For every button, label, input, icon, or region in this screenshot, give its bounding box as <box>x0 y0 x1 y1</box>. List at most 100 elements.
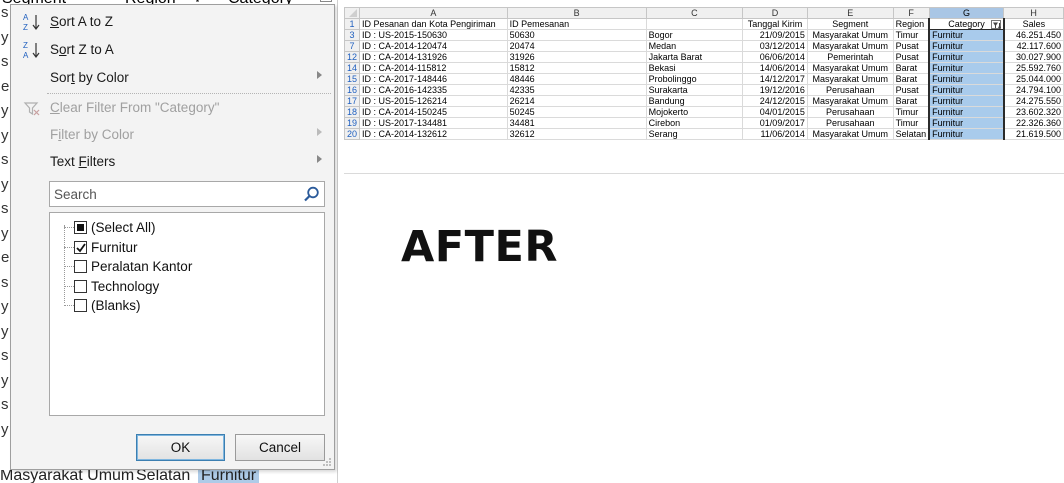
filter-value-checkbox[interactable] <box>74 240 87 254</box>
table-cell[interactable]: 32612 <box>506 128 647 140</box>
table-cell[interactable]: Medan <box>645 40 744 52</box>
table-cell[interactable]: 11/06/2014 <box>742 128 808 140</box>
row-number[interactable]: 12 <box>344 51 361 63</box>
table-cell[interactable]: 06/06/2014 <box>742 51 808 63</box>
table-cell[interactable]: Barat <box>892 73 930 85</box>
table-cell[interactable]: Masyarakat Umum <box>806 62 894 74</box>
row-number[interactable]: 19 <box>344 117 361 129</box>
table-cell[interactable]: Perusahaan <box>806 84 894 96</box>
filter-value-checkbox[interactable] <box>74 221 87 234</box>
table-cell[interactable]: 23.602.320 <box>1003 106 1064 118</box>
background-filter-button[interactable] <box>320 0 332 2</box>
row-number[interactable]: 7 <box>344 40 361 52</box>
table-cell[interactable]: ID : CA-2016-142335 <box>359 84 508 96</box>
filter-by-color-item[interactable]: Filter by Color <box>11 122 334 148</box>
column-header-d[interactable]: D <box>742 7 808 19</box>
header-cell[interactable]: Category <box>928 18 1005 30</box>
active-filter-button[interactable] <box>990 20 1001 29</box>
header-cell[interactable]: Region <box>892 18 930 30</box>
header-cell[interactable]: Sales <box>1003 18 1064 30</box>
table-cell[interactable]: Serang <box>645 128 744 140</box>
table-cell[interactable]: ID : CA-2014-115812 <box>359 62 508 74</box>
table-cell[interactable]: Masyarakat Umum <box>806 73 894 85</box>
column-header-f[interactable]: F <box>892 7 930 19</box>
table-cell[interactable]: Perusahaan <box>806 117 894 129</box>
table-cell[interactable]: Mojokerto <box>645 106 744 118</box>
table-cell[interactable]: Timur <box>892 106 930 118</box>
row-number[interactable]: 16 <box>344 84 361 96</box>
column-header-a[interactable]: A <box>359 7 508 19</box>
table-cell[interactable]: 42335 <box>506 84 647 96</box>
table-cell[interactable]: ID : CA-2014-131926 <box>359 51 508 63</box>
table-cell[interactable]: 31926 <box>506 51 647 63</box>
table-cell[interactable]: ID : CA-2014-132612 <box>359 128 508 140</box>
column-header-b[interactable]: B <box>506 7 647 19</box>
filter-value-checkbox[interactable] <box>74 299 87 312</box>
table-cell[interactable]: 20474 <box>506 40 647 52</box>
table-cell[interactable]: 22.326.360 <box>1003 117 1064 129</box>
table-cell[interactable]: 24.275.550 <box>1003 95 1064 107</box>
column-header-h[interactable]: H <box>1003 7 1064 19</box>
clear-filter-item[interactable]: Clear Filter From "Category" <box>11 95 334 121</box>
resize-grip-icon[interactable] <box>322 457 332 467</box>
table-cell[interactable]: Furnitur <box>928 29 1005 41</box>
column-header-c[interactable]: C <box>645 7 744 19</box>
search-input[interactable] <box>50 182 295 206</box>
filter-value-item[interactable]: (Select All) <box>64 218 314 237</box>
table-cell[interactable]: Masyarakat Umum <box>806 95 894 107</box>
table-cell[interactable]: Furnitur <box>928 95 1005 107</box>
table-cell[interactable]: 30.027.900 <box>1003 51 1064 63</box>
table-cell[interactable]: ID : CA-2014-150245 <box>359 106 508 118</box>
row-number[interactable]: 17 <box>344 95 361 107</box>
row-number[interactable]: 15 <box>344 73 361 85</box>
filter-value-item[interactable]: Technology <box>64 277 314 296</box>
text-filters-item[interactable]: Text Filters <box>11 149 334 175</box>
table-cell[interactable]: ID : US-2015-126214 <box>359 95 508 107</box>
table-cell[interactable]: 25.044.000 <box>1003 73 1064 85</box>
table-cell[interactable]: Timur <box>892 29 930 41</box>
table-cell[interactable]: ID : US-2015-150630 <box>359 29 508 41</box>
table-cell[interactable]: Masyarakat Umum <box>806 40 894 52</box>
table-cell[interactable]: 04/01/2015 <box>742 106 808 118</box>
filter-value-item[interactable]: Furnitur <box>64 238 314 257</box>
column-header-g[interactable]: G <box>928 7 1005 19</box>
table-cell[interactable]: Pusat <box>892 84 930 96</box>
table-cell[interactable]: Furnitur <box>928 106 1005 118</box>
table-cell[interactable]: Cirebon <box>645 117 744 129</box>
table-cell[interactable]: 14/06/2014 <box>742 62 808 74</box>
select-all-corner[interactable] <box>344 7 361 19</box>
sort-by-color-item[interactable]: Sort by Color <box>11 65 334 91</box>
row-number[interactable]: 18 <box>344 106 361 118</box>
table-cell[interactable]: Pemerintah <box>806 51 894 63</box>
table-cell[interactable]: Bandung <box>645 95 744 107</box>
table-cell[interactable]: Barat <box>892 62 930 74</box>
table-cell[interactable]: Barat <box>892 95 930 107</box>
ok-button[interactable]: OK <box>136 434 225 461</box>
table-cell[interactable]: Furnitur <box>928 51 1005 63</box>
table-cell[interactable]: 21.619.500 <box>1003 128 1064 140</box>
table-cell[interactable]: Bogor <box>645 29 744 41</box>
sort-z-to-a-item[interactable]: Z A Sort Z to A <box>11 37 334 63</box>
table-cell[interactable]: Furnitur <box>928 62 1005 74</box>
table-cell[interactable]: 26214 <box>506 95 647 107</box>
table-cell[interactable]: 19/12/2016 <box>742 84 808 96</box>
header-cell[interactable]: Segment <box>806 18 894 30</box>
table-cell[interactable]: Furnitur <box>928 73 1005 85</box>
table-cell[interactable]: 25.592.760 <box>1003 62 1064 74</box>
table-cell[interactable]: Furnitur <box>928 128 1005 140</box>
table-cell[interactable]: 42.117.600 <box>1003 40 1064 52</box>
table-cell[interactable]: 24.794.100 <box>1003 84 1064 96</box>
filter-value-item[interactable]: Peralatan Kantor <box>64 257 314 276</box>
table-cell[interactable]: Bekasi <box>645 62 744 74</box>
table-cell[interactable]: Masyarakat Umum <box>806 128 894 140</box>
filter-value-checkbox[interactable] <box>74 279 87 293</box>
sort-a-to-z-item[interactable]: A Z Sort A to Z <box>11 9 334 35</box>
table-cell[interactable]: Surakarta <box>645 84 744 96</box>
filter-value-checkbox[interactable] <box>74 260 87 273</box>
table-cell[interactable]: ID : CA-2014-120474 <box>359 40 508 52</box>
table-cell[interactable]: 03/12/2014 <box>742 40 808 52</box>
table-cell[interactable]: Masyarakat Umum <box>806 29 894 41</box>
table-cell[interactable]: 50630 <box>506 29 647 41</box>
table-cell[interactable]: Probolinggo <box>645 73 744 85</box>
table-cell[interactable]: Timur <box>892 117 930 129</box>
